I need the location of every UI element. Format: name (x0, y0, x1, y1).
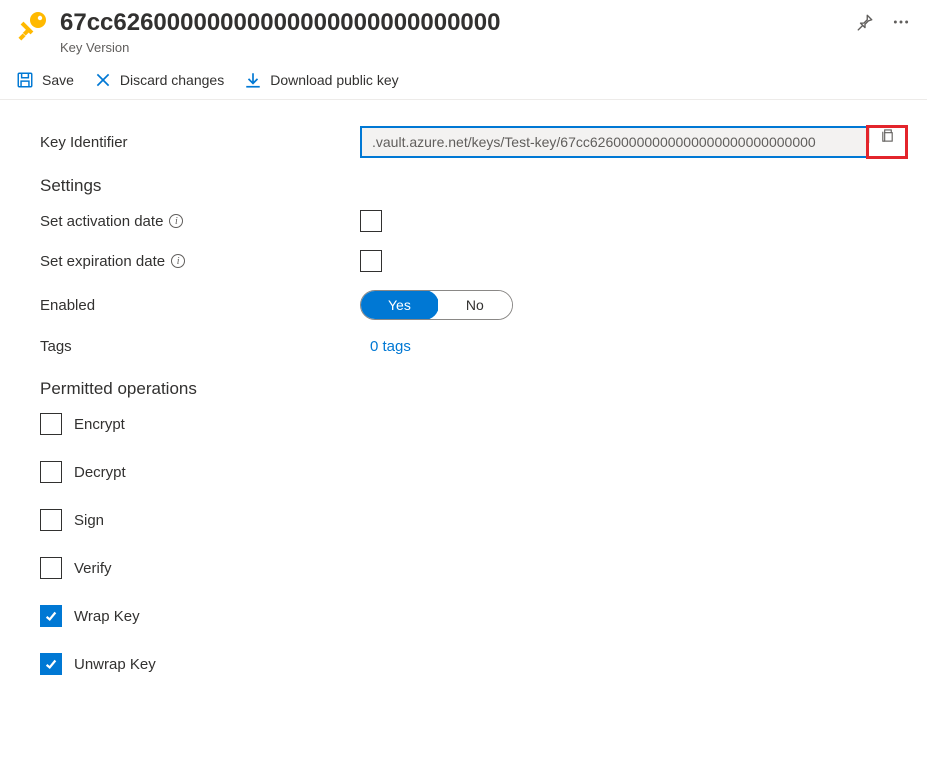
permitted-op-label: Unwrap Key (74, 656, 156, 673)
page-subtitle: Key Version (60, 40, 843, 55)
key-icon (16, 10, 48, 42)
info-icon[interactable]: i (169, 214, 183, 228)
pin-icon[interactable] (855, 12, 875, 32)
permitted-op-item: Wrap Key (40, 605, 907, 627)
permitted-heading: Permitted operations (40, 379, 907, 399)
permitted-op-item: Encrypt (40, 413, 907, 435)
enabled-row: Enabled Yes No (40, 290, 907, 320)
settings-heading: Settings (40, 176, 907, 196)
permitted-op-item: Unwrap Key (40, 653, 907, 675)
permitted-op-item: Verify (40, 557, 907, 579)
discard-button[interactable]: Discard changes (94, 71, 224, 89)
tags-label: Tags (40, 338, 360, 355)
activation-date-label: Set activation date (40, 213, 163, 230)
permitted-op-item: Decrypt (40, 461, 907, 483)
activation-date-row: Set activation date i (40, 210, 907, 232)
page-title: 67cc62600000000000000000000000000 (60, 8, 843, 38)
enabled-label: Enabled (40, 297, 360, 314)
key-identifier-row: Key Identifier (40, 126, 907, 158)
permitted-op-checkbox[interactable] (40, 413, 62, 435)
tags-link[interactable]: 0 tags (370, 338, 411, 355)
permitted-op-label: Encrypt (74, 416, 125, 433)
permitted-op-label: Sign (74, 512, 104, 529)
save-icon (16, 71, 34, 89)
key-identifier-label: Key Identifier (40, 134, 360, 151)
key-identifier-input[interactable] (362, 128, 869, 156)
copy-icon (880, 128, 895, 143)
permitted-op-checkbox[interactable] (40, 461, 62, 483)
copy-button[interactable] (869, 128, 905, 143)
save-label: Save (42, 72, 74, 88)
key-identifier-field (360, 126, 907, 158)
activation-date-checkbox[interactable] (360, 210, 382, 232)
download-label: Download public key (270, 72, 398, 88)
download-button[interactable]: Download public key (244, 71, 398, 89)
more-icon[interactable] (891, 12, 911, 32)
content-area: Updated Key Identifier Settings (0, 100, 927, 695)
toolbar: Save Discard changes Download public key (0, 63, 927, 100)
permitted-op-checkbox[interactable] (40, 605, 62, 627)
discard-label: Discard changes (120, 72, 224, 88)
expiration-date-label: Set expiration date (40, 253, 165, 270)
permitted-op-label: Decrypt (74, 464, 126, 481)
expiration-date-row: Set expiration date i (40, 250, 907, 272)
permitted-operations-list: Encrypt Decrypt Sign Verify Wrap Key Unwrap K… (40, 413, 907, 675)
close-icon (94, 71, 112, 89)
enabled-yes[interactable]: Yes (360, 290, 439, 320)
tags-row: Tags 0 tags (40, 338, 907, 355)
permitted-op-checkbox[interactable] (40, 509, 62, 531)
save-button[interactable]: Save (16, 71, 74, 89)
permitted-op-label: Wrap Key (74, 608, 140, 625)
page-header: 67cc62600000000000000000000000000 Key Ve… (0, 0, 927, 63)
permitted-op-label: Verify (74, 560, 112, 577)
permitted-op-checkbox[interactable] (40, 653, 62, 675)
permitted-op-checkbox[interactable] (40, 557, 62, 579)
permitted-op-item: Sign (40, 509, 907, 531)
download-icon (244, 71, 262, 89)
enabled-no[interactable]: No (438, 291, 512, 319)
info-icon[interactable]: i (171, 254, 185, 268)
expiration-date-checkbox[interactable] (360, 250, 382, 272)
enabled-toggle[interactable]: Yes No (360, 290, 513, 320)
updated-row-cutoff: Updated (40, 100, 907, 108)
